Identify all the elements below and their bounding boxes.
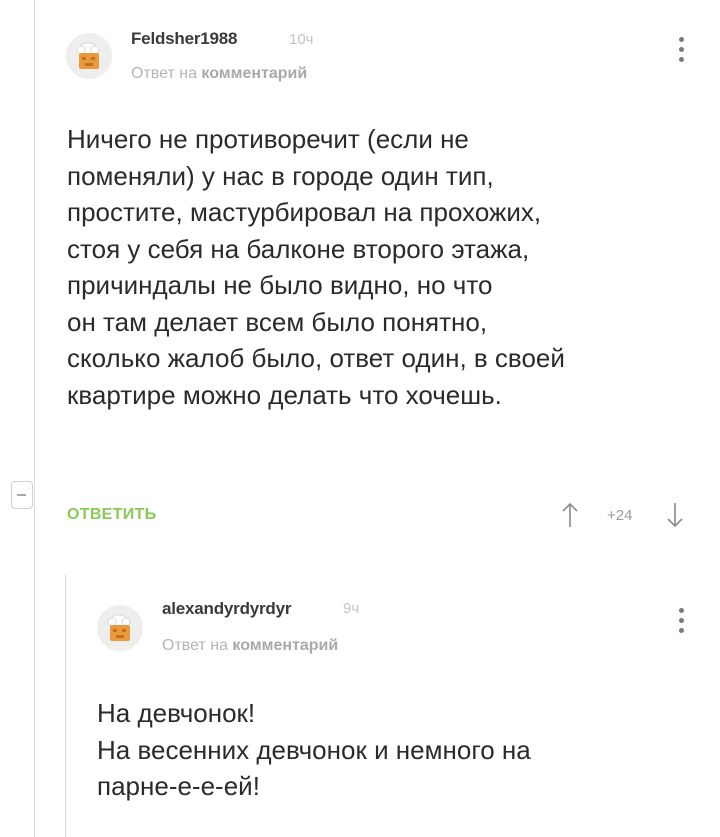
reply-link[interactable]: комментарий (232, 637, 338, 654)
reply-body: На девчонок! На весенних девчонок и немн… (97, 695, 531, 805)
chef-hat-avatar-icon[interactable] (97, 605, 143, 651)
reply-line: На девчонок! (97, 698, 256, 728)
kebab-menu-icon[interactable] (675, 608, 687, 644)
comment-author[interactable]: Feldsher1988 (131, 29, 237, 49)
reply-button[interactable]: ОТВЕТИТЬ (67, 506, 156, 524)
comment-line: сколько жалоб было, ответ один, в своей (67, 343, 565, 373)
collapse-thread-button[interactable] (11, 481, 33, 509)
reply-context: Ответ на комментарий (131, 65, 307, 83)
comment-time: 10ч (289, 31, 314, 48)
reply-prefix: Ответ на (131, 65, 197, 82)
comment-line: стоя у себя на балконе второго этажа, (67, 233, 530, 264)
comment-line: квартире можно делать что хочешь. (67, 379, 502, 410)
reply-author[interactable]: alexandyrdyrdyr (162, 599, 291, 619)
comment-line: простите, мастурбировал на прохожих, (67, 197, 542, 227)
comment-rating: +24 (607, 507, 633, 524)
reply-line: парне-е-е-ей! (97, 771, 260, 801)
arrow-down-icon[interactable] (665, 500, 685, 530)
comment-body: Ничего не противоречит (если не поменяли… (67, 121, 565, 413)
comment-line: поменяли) у нас в городе один тип, (67, 160, 494, 191)
reply-link[interactable]: комментарий (201, 65, 307, 82)
reply-line: На весенних девчонок и немного на (97, 734, 531, 765)
comment-line: Ничего не противоречит (если не (67, 124, 469, 154)
kebab-menu-icon[interactable] (675, 37, 687, 73)
nested-thread-line (65, 574, 66, 837)
chef-hat-avatar-icon[interactable] (66, 33, 112, 79)
comment-line: он там делает всем было понятно, (67, 306, 488, 337)
reply-prefix: Ответ на (162, 637, 228, 654)
arrow-up-icon[interactable] (560, 500, 580, 530)
reply-context: Ответ на комментарий (162, 637, 338, 655)
comment-line: причиндалы не было видно, но что (67, 270, 493, 300)
reply-time: 9ч (343, 600, 360, 617)
thread-line (34, 0, 35, 837)
